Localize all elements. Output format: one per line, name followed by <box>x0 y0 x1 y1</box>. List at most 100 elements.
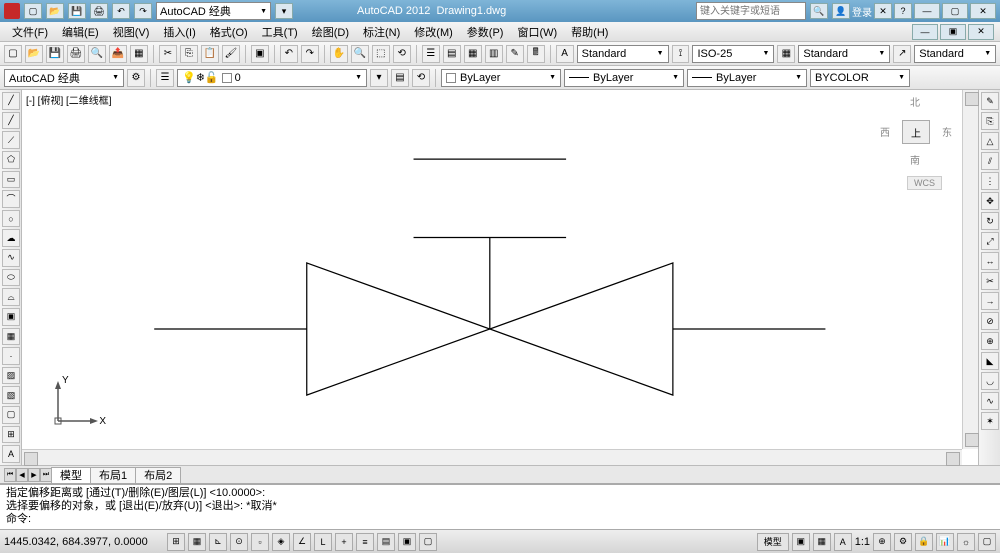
offset-icon[interactable]: ⫽ <box>981 152 999 170</box>
grid-toggle[interactable]: ▦ <box>188 533 206 551</box>
point-icon[interactable]: · <box>2 347 20 365</box>
revcloud-icon[interactable]: ☁ <box>2 229 20 247</box>
snap-toggle[interactable]: ⊞ <box>167 533 185 551</box>
menu-tools[interactable]: 工具(T) <box>256 24 304 40</box>
chamfer-icon[interactable]: ◣ <box>981 352 999 370</box>
block-icon[interactable]: ▦ <box>2 328 20 346</box>
annoscale-value[interactable]: 1:1 <box>855 536 870 548</box>
polygon-icon[interactable]: ⬠ <box>2 151 20 169</box>
rotate-icon[interactable]: ↻ <box>981 212 999 230</box>
wcs-button[interactable]: WCS <box>907 176 942 190</box>
spline-icon[interactable]: ∿ <box>2 249 20 267</box>
cut-icon[interactable]: ✂ <box>159 45 177 63</box>
zoomwin-icon[interactable]: ⬚ <box>372 45 390 63</box>
ellipsearc-icon[interactable]: ⌓ <box>2 288 20 306</box>
menu-window[interactable]: 窗口(W) <box>511 24 563 40</box>
plotstyle-dropdown[interactable]: BYCOLOR <box>810 69 910 87</box>
tablestyle-icon[interactable]: ▦ <box>777 45 795 63</box>
open-icon[interactable]: 📂 <box>46 3 64 19</box>
save-icon[interactable]: 💾 <box>68 3 86 19</box>
annovis-icon[interactable]: ⊕ <box>873 533 891 551</box>
maximize-icon[interactable]: ▢ <box>942 3 968 19</box>
lineweight-dropdown[interactable]: ByLayer <box>687 69 807 87</box>
print-icon[interactable]: 🖨 <box>90 3 108 19</box>
stretch-icon[interactable]: ↔ <box>981 252 999 270</box>
toolbar-lock-icon[interactable]: 🔒 <box>915 533 933 551</box>
open2-icon[interactable]: 📂 <box>25 45 43 63</box>
explode-icon[interactable]: ✶ <box>981 412 999 430</box>
user-icon[interactable]: 👤 <box>832 3 850 19</box>
close-icon[interactable]: ✕ <box>970 3 996 19</box>
insert-icon[interactable]: ▣ <box>2 308 20 326</box>
menu-insert[interactable]: 插入(I) <box>157 24 201 40</box>
mtext-icon[interactable]: A <box>2 445 20 463</box>
doc-close-icon[interactable]: ✕ <box>968 24 994 40</box>
scrollbar-vertical[interactable] <box>962 90 978 449</box>
doc-minimize-icon[interactable]: — <box>912 24 938 40</box>
layerstate-icon[interactable]: ▾ <box>370 69 388 87</box>
preview-icon[interactable]: 🔍 <box>88 45 106 63</box>
xline-icon[interactable]: ╱ <box>2 112 20 130</box>
help-icon[interactable]: ? <box>894 3 912 19</box>
menu-help[interactable]: 帮助(H) <box>565 24 614 40</box>
gradient-icon[interactable]: ▧ <box>2 386 20 404</box>
match-icon[interactable]: 🖌 <box>222 45 240 63</box>
textstyle-dropdown[interactable]: Standard <box>577 45 669 63</box>
dimstyle-dropdown[interactable]: ISO-25 <box>692 45 774 63</box>
viewcube-north[interactable]: 北 <box>910 94 920 109</box>
mleaderstyle-icon[interactable]: ↗ <box>893 45 911 63</box>
pline-icon[interactable]: ⟋ <box>2 131 20 149</box>
sc-toggle[interactable]: ▢ <box>419 533 437 551</box>
zoomrt-icon[interactable]: 🔍 <box>351 45 369 63</box>
extend-icon[interactable]: → <box>981 292 999 310</box>
login-label[interactable]: 登录 <box>852 4 872 19</box>
workspace2-dropdown[interactable]: AutoCAD 经典 <box>4 69 124 87</box>
toolpal-icon[interactable]: ▦ <box>464 45 482 63</box>
doc-restore-icon[interactable]: ▣ <box>940 24 966 40</box>
cleanscreen-icon[interactable]: ▢ <box>978 533 996 551</box>
qat-more-icon[interactable]: ▾ <box>275 3 293 19</box>
sheetset-icon[interactable]: ▥ <box>485 45 503 63</box>
search-input[interactable] <box>696 2 806 20</box>
trim-icon[interactable]: ✂ <box>981 272 999 290</box>
dyn-toggle[interactable]: + <box>335 533 353 551</box>
polar-toggle[interactable]: ⊙ <box>230 533 248 551</box>
menu-dim[interactable]: 标注(N) <box>357 24 406 40</box>
pan-icon[interactable]: ✋ <box>330 45 348 63</box>
isolate-icon[interactable]: ☼ <box>957 533 975 551</box>
otrack-toggle[interactable]: ∠ <box>293 533 311 551</box>
menu-edit[interactable]: 编辑(E) <box>56 24 105 40</box>
scale-icon[interactable]: ⤢ <box>981 232 999 250</box>
menu-view[interactable]: 视图(V) <box>107 24 156 40</box>
workspace-dropdown[interactable]: AutoCAD 经典 <box>156 2 271 20</box>
menu-draw[interactable]: 绘图(D) <box>306 24 355 40</box>
new-icon[interactable]: ▢ <box>24 3 42 19</box>
save2-icon[interactable]: 💾 <box>46 45 64 63</box>
fillet-icon[interactable]: ◡ <box>981 372 999 390</box>
minimize-icon[interactable]: — <box>914 3 940 19</box>
ucs-icon[interactable]: Y X <box>50 379 100 429</box>
scrollbar-horizontal[interactable] <box>22 449 962 465</box>
menu-format[interactable]: 格式(O) <box>204 24 254 40</box>
autocad-logo-icon[interactable] <box>4 3 20 19</box>
viewcube-east[interactable]: 东 <box>942 124 952 139</box>
linetype-dropdown[interactable]: ByLayer <box>564 69 684 87</box>
publish-icon[interactable]: 📤 <box>109 45 127 63</box>
rect-icon[interactable]: ▭ <box>2 171 20 189</box>
drawing-canvas[interactable]: [-] [俯视] [二维线框] Y X 北 西 东 南 <box>22 90 978 465</box>
3dosnap-toggle[interactable]: ◈ <box>272 533 290 551</box>
hatch-icon[interactable]: ▨ <box>2 367 20 385</box>
dimstyle-icon[interactable]: ⟟ <box>672 45 690 63</box>
lwt-toggle[interactable]: ≡ <box>356 533 374 551</box>
circle-icon[interactable]: ○ <box>2 210 20 228</box>
menu-modify[interactable]: 修改(M) <box>408 24 459 40</box>
dcenter-icon[interactable]: ▤ <box>443 45 461 63</box>
region-icon[interactable]: ▢ <box>2 406 20 424</box>
tab-first-icon[interactable]: ⏮ <box>4 468 16 482</box>
layeriso-icon[interactable]: ▤ <box>391 69 409 87</box>
blend-icon[interactable]: ∿ <box>981 392 999 410</box>
markup-icon[interactable]: ✎ <box>506 45 524 63</box>
ws-switch-icon[interactable]: ⚙ <box>894 533 912 551</box>
join-icon[interactable]: ⊕ <box>981 332 999 350</box>
tpy-toggle[interactable]: ▤ <box>377 533 395 551</box>
